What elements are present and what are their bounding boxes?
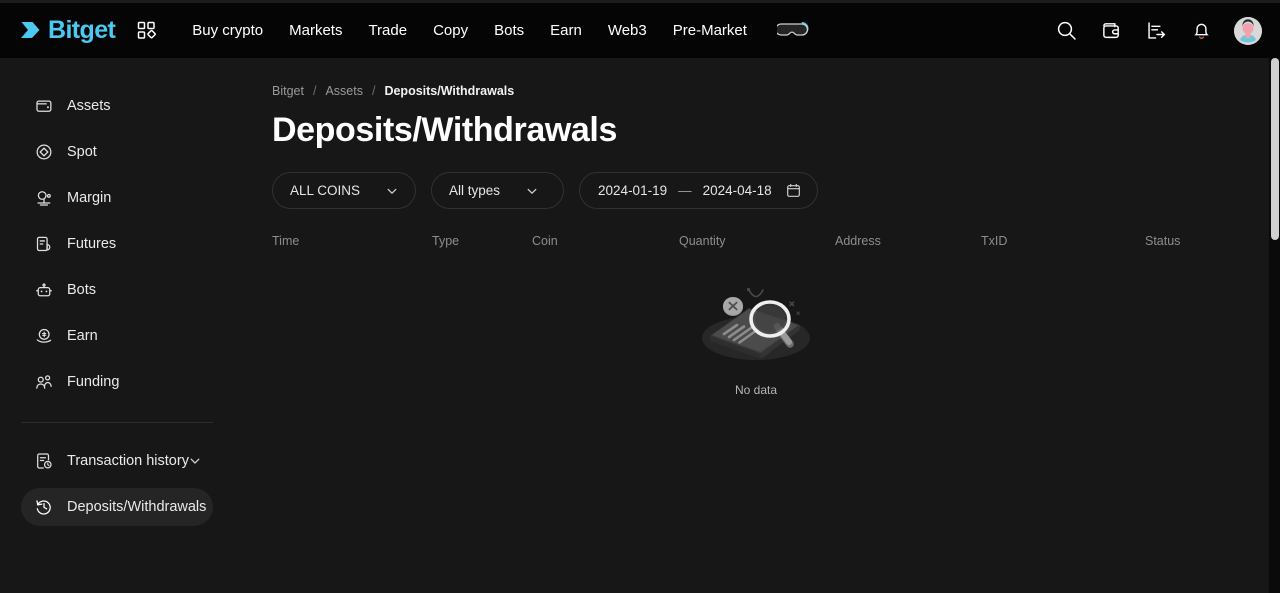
- date-range-picker[interactable]: 2024-01-19 — 2024-04-18: [579, 172, 818, 209]
- search-icon[interactable]: [1054, 19, 1078, 43]
- global-header: Bitget Buy crypto Markets Trade Copy Bot…: [0, 3, 1280, 58]
- wallet-icon: [34, 96, 54, 116]
- wallet-icon[interactable]: [1099, 19, 1123, 43]
- sidebar-label-assets: Assets: [67, 98, 111, 114]
- date-range-end[interactable]: 2024-04-18: [703, 183, 772, 198]
- sidebar-divider: [21, 422, 213, 423]
- history-doc-icon: [34, 451, 54, 471]
- column-header-type: Type: [432, 234, 460, 248]
- filter-bar: ALL COINS All types 2024-01-19 — 2024-04…: [272, 172, 1240, 209]
- bitget-chevrons-logo-icon: [21, 21, 40, 38]
- column-header-quantity: Quantity: [679, 234, 726, 248]
- column-header-status: Status: [1145, 234, 1181, 248]
- no-data-document-magnifier-illustration: [702, 287, 810, 360]
- sidebar-item-earn[interactable]: Earn: [21, 317, 213, 355]
- orders-icon[interactable]: [1144, 19, 1168, 43]
- bitget-deposits-withdrawals-page: Bitget Buy crypto Markets Trade Copy Bot…: [0, 0, 1280, 593]
- sidebar-label-margin: Margin: [67, 190, 112, 206]
- earn-coin-icon: [34, 326, 54, 346]
- page-scrollbar-thumb[interactable]: [1271, 58, 1279, 240]
- coin-filter-value: ALL COINS: [290, 183, 361, 198]
- breadcrumb-separator: /: [371, 84, 376, 98]
- nav-item-trade[interactable]: Trade: [355, 11, 420, 51]
- chevron-down-icon: [526, 185, 538, 197]
- sidebar-label-deposits-withdrawals: Deposits/Withdrawals: [67, 499, 207, 515]
- sidebar-item-futures[interactable]: Futures: [21, 225, 213, 263]
- nav-item-bots[interactable]: Bots: [481, 11, 537, 51]
- date-range-separator: —: [678, 183, 692, 198]
- robot-icon: [34, 280, 54, 300]
- sidebar-label-transaction-history: Transaction history: [67, 453, 189, 469]
- people-icon: [34, 372, 54, 392]
- sidebar-item-spot[interactable]: Spot: [21, 133, 213, 171]
- breadcrumb-separator: /: [312, 84, 317, 98]
- main-nav: Buy crypto Markets Trade Copy Bots Earn …: [179, 11, 760, 51]
- user-avatar[interactable]: [1234, 16, 1262, 45]
- vr-headset-icon[interactable]: [776, 18, 810, 44]
- sidebar-item-deposits-withdrawals[interactable]: Deposits/Withdrawals: [21, 488, 213, 526]
- nav-item-copy[interactable]: Copy: [420, 11, 481, 51]
- sidebar-label-bots: Bots: [67, 282, 97, 298]
- page-title: Deposits/Withdrawals: [272, 111, 617, 149]
- nav-item-web3[interactable]: Web3: [595, 11, 660, 51]
- sidebar-group-transaction-history[interactable]: Transaction history: [21, 442, 213, 480]
- notifications-bell-icon[interactable]: [1189, 19, 1213, 43]
- chevron-down-icon: [386, 185, 398, 197]
- nav-item-markets[interactable]: Markets: [276, 11, 355, 51]
- date-range-values: 2024-01-19 — 2024-04-18: [598, 183, 772, 198]
- margin-icon: [34, 188, 54, 208]
- sidebar-label-earn: Earn: [67, 328, 98, 344]
- main-content: Bitget / Assets / Deposits/Withdrawals D…: [234, 58, 1280, 593]
- spot-diamond-icon: [34, 142, 54, 162]
- column-header-time: Time: [272, 234, 300, 248]
- breadcrumb: Bitget / Assets / Deposits/Withdrawals: [272, 84, 1240, 98]
- left-sidebar: Assets Spot Margin Futures Bots Earn Fun…: [0, 58, 234, 593]
- grid-apps-icon[interactable]: [136, 21, 156, 41]
- sidebar-item-bots[interactable]: Bots: [21, 271, 213, 309]
- sidebar-item-assets[interactable]: Assets: [21, 87, 213, 125]
- clock-rewind-icon: [34, 497, 54, 517]
- sidebar-label-funding: Funding: [67, 374, 120, 390]
- sidebar-label-spot: Spot: [67, 144, 97, 160]
- coin-filter-dropdown[interactable]: ALL COINS: [272, 172, 417, 209]
- chevron-down-icon[interactable]: [189, 454, 201, 468]
- empty-state-text: No data: [734, 383, 778, 397]
- futures-doc-icon: [34, 234, 54, 254]
- column-header-txid: TxID: [981, 234, 1008, 248]
- bitget-logo[interactable]: Bitget: [19, 14, 116, 48]
- breadcrumb-item-assets[interactable]: Assets: [325, 84, 363, 98]
- calendar-icon[interactable]: [786, 183, 801, 198]
- breadcrumb-item-current: Deposits/Withdrawals: [384, 84, 515, 98]
- sidebar-item-funding[interactable]: Funding: [21, 363, 213, 401]
- breadcrumb-item-bitget[interactable]: Bitget: [272, 84, 304, 98]
- type-filter-value: All types: [449, 183, 501, 198]
- sidebar-label-futures: Futures: [67, 236, 117, 252]
- column-header-coin: Coin: [532, 234, 558, 248]
- sidebar-item-margin[interactable]: Margin: [21, 179, 213, 217]
- bitget-logo-text: Bitget: [48, 16, 116, 44]
- empty-state: No data: [272, 280, 1240, 397]
- header-actions: [1054, 3, 1262, 58]
- nav-item-pre-market[interactable]: Pre-Market: [660, 11, 760, 51]
- date-range-start[interactable]: 2024-01-19: [598, 183, 667, 198]
- nav-item-buy-crypto[interactable]: Buy crypto: [179, 11, 276, 51]
- column-header-address: Address: [835, 234, 881, 248]
- nav-item-earn[interactable]: Earn: [537, 11, 595, 51]
- page-scrollbar-track[interactable]: [1269, 58, 1280, 593]
- table-header-row: Time Type Coin Quantity Address TxID Sta…: [272, 234, 1240, 256]
- type-filter-dropdown[interactable]: All types: [431, 172, 565, 209]
